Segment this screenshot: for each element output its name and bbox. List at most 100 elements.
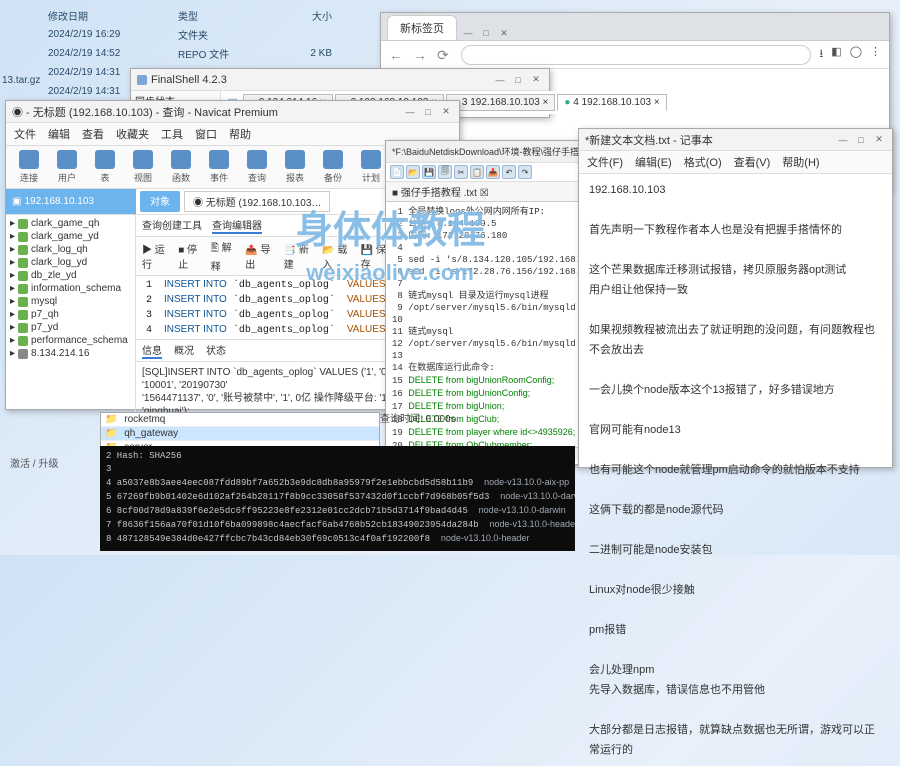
db-node[interactable]: ▸ db_zle_yd (6, 269, 135, 282)
notepad-title: *新建文本文档.txt - 记事本 (585, 132, 713, 148)
database-icon (18, 219, 28, 229)
msg-tab-status[interactable]: 状态 (206, 342, 226, 359)
menu-tools[interactable]: 工具 (161, 126, 183, 142)
tool-查询[interactable]: 查询 (240, 150, 274, 184)
close-icon[interactable]: ✕ (872, 133, 886, 147)
omnibox-input[interactable] (461, 45, 811, 65)
connection-ip[interactable]: ▣192.168.10.103 (6, 189, 136, 214)
database-icon (18, 284, 28, 294)
tool-icon (95, 150, 115, 169)
tool-备份[interactable]: 备份 (316, 150, 350, 184)
save-icon[interactable]: 💾 (422, 165, 436, 179)
tool-函数[interactable]: 函数 (164, 150, 198, 184)
editor-action[interactable]: ■ 停止 (178, 241, 205, 271)
db-node[interactable]: ▸ clark_log_qh (6, 243, 135, 256)
db-node[interactable]: ▸ p7_qh (6, 308, 135, 321)
npp-toolbar: 📄📂💾🗐✂📋📥↶↷ (386, 163, 579, 182)
database-tree[interactable]: ▸ clark_game_qh▸ clark_game_yd▸ clark_lo… (6, 215, 136, 435)
open-icon[interactable]: 📂 (406, 165, 420, 179)
connection-node[interactable]: ▸ 8.134.214.16 (6, 347, 135, 360)
db-node[interactable]: ▸ p7_yd (6, 321, 135, 334)
editor-action[interactable]: 📂 载入 (322, 241, 354, 271)
save-all-icon[interactable]: 🗐 (438, 165, 452, 179)
minimize-icon[interactable]: — (836, 133, 850, 147)
object-tab[interactable]: 对象 (140, 191, 180, 212)
notepad-content[interactable]: 192.168.10.103 首先声明一下教程作者本人也是没有把握手搭情怀的 这… (579, 174, 892, 766)
menu-help[interactable]: 帮助 (229, 126, 251, 142)
redo-icon[interactable]: ↷ (518, 165, 532, 179)
menu-view[interactable]: 查看 (82, 126, 104, 142)
menu-file[interactable]: 文件(F) (587, 154, 623, 170)
editor-action[interactable]: 📑 新建 (284, 241, 316, 271)
db-node[interactable]: ▸ performance_schema (6, 334, 135, 347)
tool-事件[interactable]: 事件 (202, 150, 236, 184)
tool-icon (209, 150, 229, 169)
terminal-output[interactable]: 2 Hash: SHA256 3 4 a5037e8b3aee4eec087fd… (100, 446, 575, 551)
navicat-titlebar[interactable]: ◉ - 无标题 (192.168.10.103) - 查询 - Navicat … (6, 101, 459, 123)
undo-icon[interactable]: ↶ (502, 165, 516, 179)
menu-edit[interactable]: 编辑 (48, 126, 70, 142)
forward-icon[interactable]: → (413, 47, 429, 63)
tool-报表[interactable]: 报表 (278, 150, 312, 184)
new-icon[interactable]: 📄 (390, 165, 404, 179)
editor-action[interactable]: ▶ 运行 (142, 241, 172, 271)
db-node[interactable]: ▸ information_schema (6, 282, 135, 295)
extensions-icon[interactable]: ◧ (831, 45, 841, 64)
folder-item[interactable]: 📁 rocketmq (101, 413, 196, 426)
maximize-icon[interactable]: □ (854, 133, 868, 147)
close-icon[interactable]: ✕ (439, 105, 453, 119)
query-tab[interactable]: ◉ 无标题 (192.168.10.103… (184, 191, 330, 212)
editor-action[interactable]: 🖺 解释 (211, 239, 239, 273)
menu-help[interactable]: 帮助(H) (782, 154, 819, 170)
menu-view[interactable]: 查看(V) (734, 154, 771, 170)
menu-window[interactable]: 窗口 (195, 126, 217, 142)
close-icon[interactable]: ✕ (497, 26, 511, 40)
cut-icon[interactable]: ✂ (454, 165, 468, 179)
reload-icon[interactable]: ⟳ (437, 47, 453, 63)
database-icon (18, 323, 28, 333)
menu-fav[interactable]: 收藏夹 (116, 126, 149, 142)
msg-tab-info[interactable]: 信息 (142, 342, 162, 359)
database-icon (18, 232, 28, 242)
profile-icon[interactable]: ◯ (850, 45, 862, 64)
npp-file-tab[interactable]: ■ 强仔手搭教程 .txt ☒ (386, 182, 579, 202)
npp-titlebar[interactable]: *F:\BaiduNetdiskDownload\环境-教程\强仔手搭教程.tx… (386, 141, 579, 163)
menu-edit[interactable]: 编辑(E) (635, 154, 672, 170)
copy-icon[interactable]: 📋 (470, 165, 484, 179)
msg-tab-profile[interactable]: 概况 (174, 342, 194, 359)
editor-action[interactable]: 📤 导出 (245, 241, 277, 271)
minimize-icon[interactable]: — (461, 26, 475, 40)
query-editor-tab[interactable]: 查询编辑器 (212, 217, 262, 234)
back-icon[interactable]: ← (389, 47, 405, 63)
tool-用户[interactable]: 用户 (50, 150, 84, 184)
maximize-icon[interactable]: □ (421, 105, 435, 119)
menu-file[interactable]: 文件 (14, 126, 36, 142)
finalshell-titlebar[interactable]: FinalShell 4.2.3 — □ ✕ (131, 69, 549, 91)
tool-视图[interactable]: 视图 (126, 150, 160, 184)
paste-icon[interactable]: 📥 (486, 165, 500, 179)
tool-计划[interactable]: 计划 (354, 150, 388, 184)
activate-link[interactable]: 激活 / 升级 (10, 455, 58, 470)
menu-icon[interactable]: ⋮ (870, 45, 881, 64)
db-node[interactable]: ▸ mysql (6, 295, 135, 308)
tool-表[interactable]: 表 (88, 150, 122, 184)
minimize-icon[interactable]: — (403, 105, 417, 119)
db-node[interactable]: ▸ clark_game_yd (6, 230, 135, 243)
minimize-icon[interactable]: — (493, 73, 507, 87)
session-tab-active[interactable]: ● 4 192.168.10.103 × (557, 94, 666, 111)
browser-tab[interactable]: 新标签页 (387, 15, 457, 40)
maximize-icon[interactable]: □ (479, 26, 493, 40)
desktop-file-tail: 13.tar.gz (2, 75, 40, 86)
db-node[interactable]: ▸ clark_game_qh (6, 217, 135, 230)
download-icon[interactable]: ⭳ (819, 45, 823, 64)
session-tab[interactable]: ● 3 192.168.10.103 × (446, 94, 555, 111)
tool-icon (19, 150, 39, 169)
db-node[interactable]: ▸ clark_log_yd (6, 256, 135, 269)
query-builder-tab[interactable]: 查询创建工具 (142, 217, 202, 234)
notepad-titlebar[interactable]: *新建文本文档.txt - 记事本 — □ ✕ (579, 129, 892, 151)
tool-连接[interactable]: 连接 (12, 150, 46, 184)
close-icon[interactable]: ✕ (529, 73, 543, 87)
maximize-icon[interactable]: □ (511, 73, 525, 87)
folder-item-selected[interactable]: 📁 qh_gateway (101, 427, 196, 440)
menu-format[interactable]: 格式(O) (684, 154, 722, 170)
